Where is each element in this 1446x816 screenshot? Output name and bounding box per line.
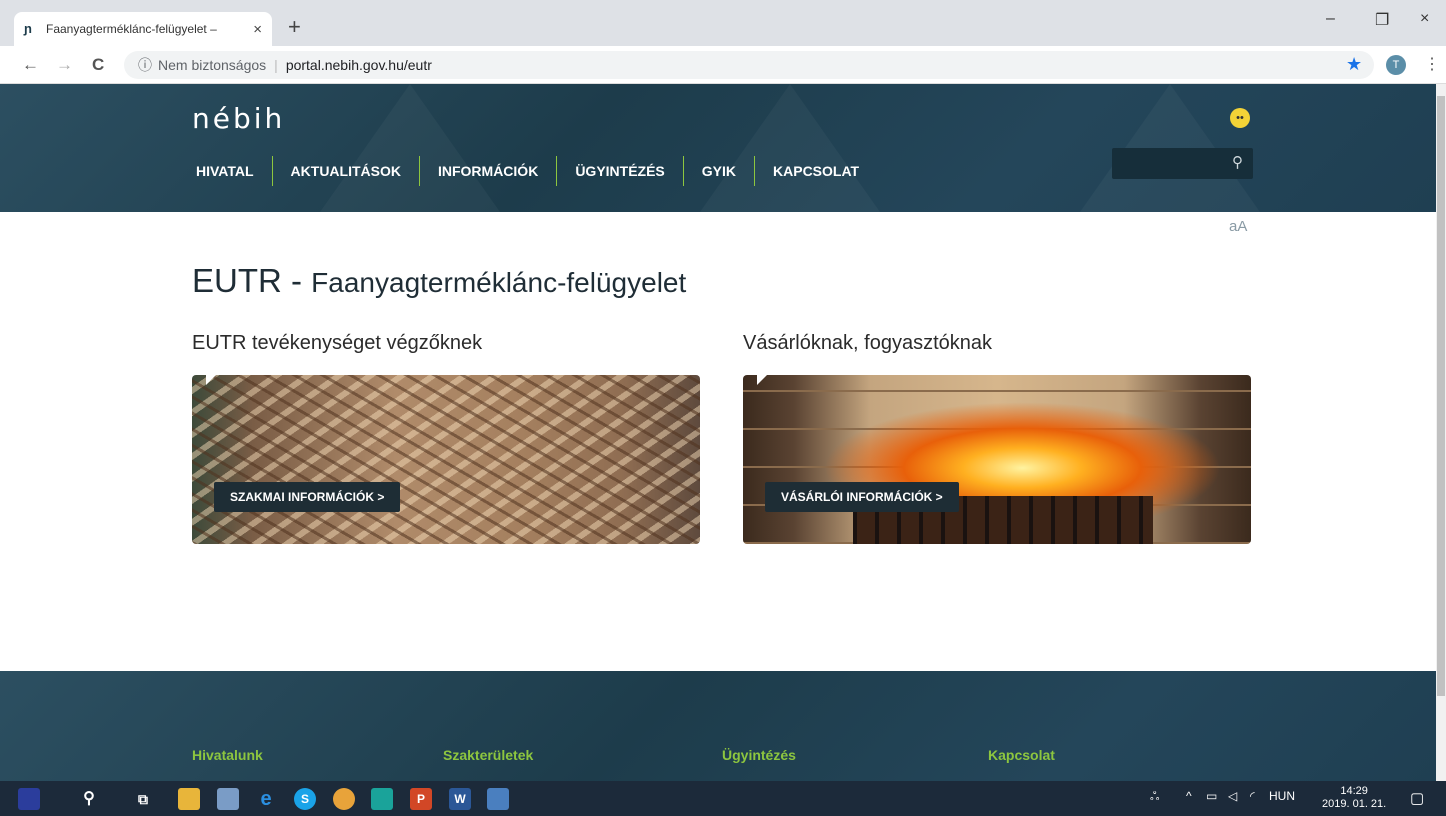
card-notch: [206, 375, 216, 385]
forward-button[interactable]: →: [56, 55, 73, 75]
card-heading-consumers: Vásárlóknak, fogyasztóknak: [743, 332, 993, 354]
language-indicator[interactable]: HUN: [1269, 789, 1295, 803]
tab-title: Faanyagtermék­lánc-felügyelet –: [46, 22, 217, 36]
battery-icon[interactable]: ▭: [1206, 789, 1217, 803]
clock-date: 2019. 01. 21.: [1322, 798, 1387, 810]
url-input[interactable]: ⓘ Nem biztonságos | portal.nebih.gov.hu/…: [124, 51, 1374, 79]
image-viewer-icon[interactable]: [487, 788, 509, 810]
card-consumers[interactable]: VÁSÁRLÓI INFORMÁCIÓK >: [743, 375, 1251, 544]
skype-icon[interactable]: S: [294, 788, 316, 810]
nav-item-gyik[interactable]: GYIK: [682, 156, 754, 186]
close-window-button[interactable]: ×: [1420, 10, 1429, 28]
taskbar-clock[interactable]: 14:29 2019. 01. 21.: [1322, 785, 1386, 811]
page-title-abbr: EUTR -: [192, 262, 312, 299]
bookmark-star-icon[interactable]: ★: [1346, 54, 1362, 75]
page-title: EUTR - Faanyagtermékl­ánc-felügyelet: [192, 262, 686, 300]
header-decoration: [320, 84, 500, 212]
browser-tab-bar: ɲ Faanyagtermék­lánc-felügyelet – × + – …: [0, 0, 1446, 46]
nebih-logo[interactable]: nébih: [192, 102, 285, 135]
page-scrollbar[interactable]: [1436, 84, 1446, 781]
windows-taskbar: ⚲ ⧉ e S P W ஃ ^ ▭ ◁ ◜ HUN 14:29 2019. 01…: [0, 781, 1446, 816]
word-icon[interactable]: W: [449, 788, 471, 810]
minimize-button[interactable]: –: [1326, 10, 1335, 28]
address-bar-row: ← → C ⓘ Nem biztonságos | portal.nebih.g…: [0, 46, 1446, 84]
footer-heading-hivatalunk[interactable]: Hivatalunk: [192, 747, 263, 763]
nav-item-kapcsolat[interactable]: KAPCSOLAT: [754, 156, 877, 186]
page-title-text: Faanyagtermékl­ánc-felügyelet: [311, 267, 687, 298]
site-search-input[interactable]: ⚲: [1112, 148, 1253, 179]
site-favicon-icon: ɲ: [24, 21, 32, 36]
edge-icon[interactable]: e: [255, 788, 277, 810]
main-navigation: HIVATAL AKTUALITÁSOK INFORMÁCIÓK ÜGYINTÉ…: [196, 156, 877, 186]
start-button[interactable]: [18, 788, 40, 810]
restore-button[interactable]: ❐: [1375, 10, 1389, 30]
paint-icon[interactable]: [217, 788, 239, 810]
site-header: nébih HIVATAL AKTUALITÁSOK INFORMÁCIÓK Ü…: [0, 84, 1436, 212]
nav-item-ugyintezes[interactable]: ÜGYINTÉZÉS: [556, 156, 682, 186]
accessibility-icon[interactable]: ••: [1230, 108, 1250, 128]
wifi-icon[interactable]: ◜: [1250, 789, 1255, 803]
browser-menu-icon[interactable]: ⋮: [1424, 54, 1440, 74]
header-decoration: [700, 84, 880, 212]
nav-item-hivatal[interactable]: HIVATAL: [196, 156, 272, 186]
new-tab-button[interactable]: +: [288, 14, 301, 40]
profile-avatar[interactable]: T: [1386, 55, 1406, 75]
footer-heading-szakteruletek[interactable]: Szakterületek: [443, 747, 533, 763]
file-explorer-icon[interactable]: [178, 788, 200, 810]
back-button[interactable]: ←: [22, 55, 39, 75]
task-view-icon[interactable]: ⧉: [132, 788, 154, 810]
tray-chevron-icon[interactable]: ^: [1186, 789, 1192, 803]
tab-close-icon[interactable]: ×: [253, 21, 262, 38]
chrome-icon[interactable]: [333, 788, 355, 810]
scrollbar-thumb[interactable]: [1437, 96, 1445, 696]
search-icon[interactable]: ⚲: [78, 788, 100, 810]
professional-info-button[interactable]: SZAKMAI INFORMÁCIÓK >: [214, 482, 401, 512]
url-text: portal.nebih.gov.hu/eutr: [285, 57, 432, 73]
footer-heading-ugyintezes[interactable]: Ügyintézés: [722, 747, 796, 763]
powerpoint-icon[interactable]: P: [410, 788, 432, 810]
footer-heading-kapcsolat[interactable]: Kapcsolat: [988, 747, 1055, 763]
browser-tab[interactable]: ɲ Faanyagtermék­lánc-felügyelet – ×: [14, 12, 272, 46]
nav-item-aktualitasok[interactable]: AKTUALITÁSOK: [271, 156, 419, 186]
volume-icon[interactable]: ◁: [1228, 789, 1237, 803]
card-heading-professional: EUTR tevékenységet végzőknek: [192, 332, 483, 354]
logo-text: nébih: [192, 102, 286, 135]
notifications-icon[interactable]: ▢: [1410, 789, 1424, 807]
site-footer: Hivatalunk Szakterületek Ügyintézés Kapc…: [0, 671, 1436, 781]
font-size-toggle[interactable]: aA: [1229, 218, 1247, 235]
reload-button[interactable]: C: [92, 55, 104, 75]
search-icon[interactable]: ⚲: [1232, 153, 1243, 171]
card-professional[interactable]: SZAKMAI INFORMÁCIÓK >: [192, 375, 700, 544]
people-icon[interactable]: ஃ: [1150, 789, 1159, 805]
app-icon[interactable]: [371, 788, 393, 810]
insecure-label: Nem biztonságos: [158, 57, 267, 73]
info-icon[interactable]: ⓘ: [138, 55, 152, 75]
url-separator: |: [274, 57, 278, 73]
consumer-info-button[interactable]: VÁSÁRLÓI INFORMÁCIÓK >: [765, 482, 959, 512]
nav-item-informaciok[interactable]: INFORMÁCIÓK: [418, 156, 556, 186]
clock-time: 14:29: [1340, 785, 1368, 797]
card-notch: [757, 375, 767, 385]
